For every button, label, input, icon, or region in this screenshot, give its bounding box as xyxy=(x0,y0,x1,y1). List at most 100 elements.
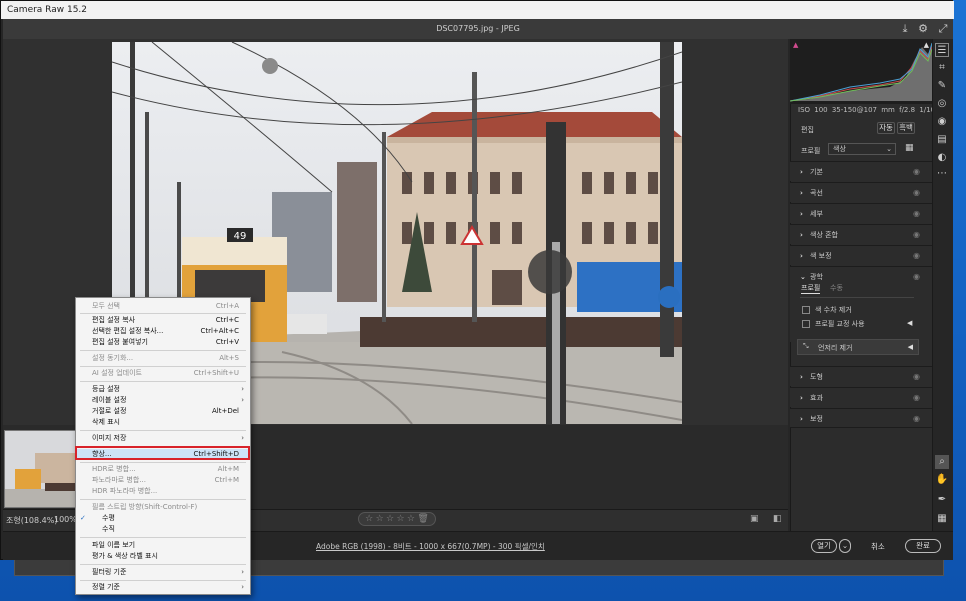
redeye-icon[interactable]: ◉ xyxy=(935,115,949,129)
menu-item-sort-by[interactable]: 정렬 기준 › xyxy=(76,582,250,593)
star-icon[interactable]: ☆ xyxy=(386,514,394,524)
menu-item-set-rating[interactable]: 등급 설정 › xyxy=(76,384,250,395)
section-basic[interactable]: › 기본 ◉ xyxy=(790,161,932,181)
section-color-mix[interactable]: › 색상 혼합 ◉ xyxy=(790,224,932,244)
compare-view-icon[interactable]: ◧ xyxy=(773,514,782,524)
menu-item-select-all[interactable]: 모두 선택 Ctrl+A xyxy=(76,301,250,312)
star-icon[interactable]: ☆ xyxy=(365,514,373,524)
shadow-clipping-icon[interactable]: ▲ xyxy=(793,41,798,49)
zoom-level[interactable]: 조형(108.4%) xyxy=(6,515,57,526)
menu-item-filter-by[interactable]: 필터링 기준 › xyxy=(76,567,250,578)
menu-item-merge-hdr-panorama[interactable]: HDR 파노라마 병합... xyxy=(76,486,250,497)
workflow-options-link[interactable]: Adobe RGB (1998) - 8비트 - 1000 x 667(0.7M… xyxy=(316,541,545,552)
menu-item-ai-update[interactable]: AI 설정 업데이트 Ctrl+Shift+U xyxy=(76,368,250,379)
tab-optics-manual[interactable]: 수동 xyxy=(830,283,843,293)
menu-item-show-filename[interactable]: 파일 이름 보기 xyxy=(76,540,250,551)
eye-icon[interactable]: ◉ xyxy=(913,367,920,387)
eye-icon[interactable]: ◉ xyxy=(913,246,920,266)
triangle-left-icon[interactable]: ◀ xyxy=(907,319,912,327)
menu-item-label: 거절로 설정 xyxy=(92,407,127,415)
menu-item-show-rating-label[interactable]: 평가 & 색상 라벨 표시 xyxy=(76,551,250,562)
open-dropdown-icon[interactable]: ⌄ xyxy=(839,539,851,553)
menu-item-set-reject[interactable]: 거절로 설정 Alt+Del xyxy=(76,406,250,417)
snapshots-icon[interactable]: ◐ xyxy=(935,151,949,165)
single-view-icon[interactable]: ▣ xyxy=(750,514,759,524)
presets-icon[interactable]: ▤ xyxy=(935,133,949,147)
cancel-button[interactable]: 취소 xyxy=(871,541,885,552)
menu-item-shortcut: Alt+S xyxy=(219,354,239,362)
section-effects[interactable]: › 효과 ◉ xyxy=(790,387,932,407)
eye-icon[interactable]: ◉ xyxy=(913,183,920,203)
menu-item-shortcut: Ctrl+C xyxy=(215,316,239,324)
tab-optics-profile[interactable]: 프로필 xyxy=(801,283,821,294)
star-icon[interactable]: ☆ xyxy=(396,514,404,524)
menu-item-copy-settings[interactable]: 편집 설정 복사 Ctrl+C xyxy=(76,315,250,326)
done-button[interactable]: 완료 xyxy=(905,539,941,553)
star-icon[interactable]: ☆ xyxy=(407,514,415,524)
section-geometry[interactable]: › 도형 ◉ xyxy=(790,366,932,386)
bw-button[interactable]: 흑백 xyxy=(897,122,915,134)
menu-item-merge-hdr[interactable]: HDR로 병합... Alt+M xyxy=(76,464,250,475)
menu-item-copy-selected-settings[interactable]: 선택한 편집 설정 복사... Ctrl+Alt+C xyxy=(76,326,250,337)
menu-item-horizontal[interactable]: ✓ 수평 xyxy=(76,513,250,524)
save-icon[interactable]: ⤓ xyxy=(898,22,912,36)
section-color-grading[interactable]: › 색 보정 ◉ xyxy=(790,245,932,265)
profile-browser-icon[interactable]: ▦ xyxy=(905,143,914,153)
zoom-icon[interactable]: ⌕ xyxy=(935,455,949,469)
chromatic-aberration-checkbox[interactable] xyxy=(802,306,810,314)
menu-item-label: HDR로 병합... xyxy=(92,465,136,473)
eye-icon[interactable]: ◉ xyxy=(913,225,920,245)
section-calibration[interactable]: › 보정 ◉ xyxy=(790,408,932,428)
eye-icon[interactable]: ◉ xyxy=(913,162,920,182)
menu-item-label: 삭제 표시 xyxy=(92,418,120,426)
document-filename: DSC07795.jpg - JPEG xyxy=(436,24,520,33)
menu-item-mark-delete[interactable]: 삭제 표시 xyxy=(76,417,250,428)
open-button[interactable]: 열기 xyxy=(811,539,837,553)
chevron-right-icon: › xyxy=(800,394,803,402)
chevron-down-icon: ⌄ xyxy=(886,145,892,153)
defringe-row[interactable]: ⤡ 언저리 제거 ◀ xyxy=(797,339,919,355)
checkmark-icon: ✓ xyxy=(80,514,86,522)
menu-item-merge-panorama[interactable]: 파노라마로 병합... Ctrl+M xyxy=(76,475,250,486)
menu-item-label: 필름 스트립 방향(Shift-Control-F) xyxy=(92,503,198,511)
trash-icon[interactable]: 🗑 xyxy=(417,514,428,524)
more-icon[interactable]: ⋯ xyxy=(935,167,949,181)
filmstrip-thumbnail[interactable] xyxy=(4,430,76,508)
menu-item-label: 선택한 편집 설정 복사... xyxy=(92,327,164,335)
section-curve[interactable]: › 곡선 ◉ xyxy=(790,182,932,202)
menu-item-vertical[interactable]: 수직 xyxy=(76,524,250,535)
highlight-annotation-box xyxy=(75,446,250,460)
mask-icon[interactable]: ◎ xyxy=(935,97,949,111)
gear-icon[interactable]: ⚙ xyxy=(916,22,930,36)
profile-correction-checkbox[interactable] xyxy=(802,320,810,328)
hand-icon[interactable]: ✋ xyxy=(935,473,949,487)
rating-stars[interactable]: ☆ ☆ ☆ ☆ ☆ 🗑 xyxy=(358,512,436,526)
menu-item-save-image[interactable]: 이미지 저장 › xyxy=(76,433,250,444)
chevron-right-icon: › xyxy=(241,434,244,442)
highlight-clipping-icon[interactable]: ▲ xyxy=(924,41,929,49)
menu-item-sync-settings[interactable]: 설정 동기화... Alt+S xyxy=(76,353,250,364)
color-sampler-icon[interactable]: ✒ xyxy=(935,493,949,507)
menu-item-set-label[interactable]: 레이블 설정 › xyxy=(76,395,250,406)
fullscreen-icon[interactable]: ⤢ xyxy=(936,22,950,36)
section-optics[interactable]: ⌄ 광학 ◉ xyxy=(790,266,932,342)
eye-icon[interactable]: ◉ xyxy=(913,388,920,408)
edit-label: 편집 xyxy=(801,126,814,134)
chevron-right-icon: › xyxy=(241,583,244,591)
healing-brush-icon[interactable]: ✎ xyxy=(935,79,949,93)
eye-icon[interactable]: ◉ xyxy=(913,267,920,287)
crop-icon[interactable]: ⌗ xyxy=(935,61,949,75)
profile-select[interactable]: 색상 ⌄ xyxy=(828,143,896,155)
grid-icon[interactable]: ▦ xyxy=(935,512,949,526)
section-label: 도형 xyxy=(810,373,823,381)
zoom-100-button[interactable]: 100% xyxy=(54,515,77,524)
star-icon[interactable]: ☆ xyxy=(376,514,384,524)
edit-sliders-icon[interactable]: ☰ xyxy=(935,43,949,57)
menu-item-paste-settings[interactable]: 편집 설정 붙여넣기 Ctrl+V xyxy=(76,337,250,348)
exif-aperture: f/2.8 xyxy=(899,106,916,114)
eye-icon[interactable]: ◉ xyxy=(913,409,920,429)
menu-separator xyxy=(80,499,246,500)
eye-icon[interactable]: ◉ xyxy=(913,204,920,224)
section-detail[interactable]: › 세부 ◉ xyxy=(790,203,932,223)
auto-button[interactable]: 자동 xyxy=(877,122,895,134)
